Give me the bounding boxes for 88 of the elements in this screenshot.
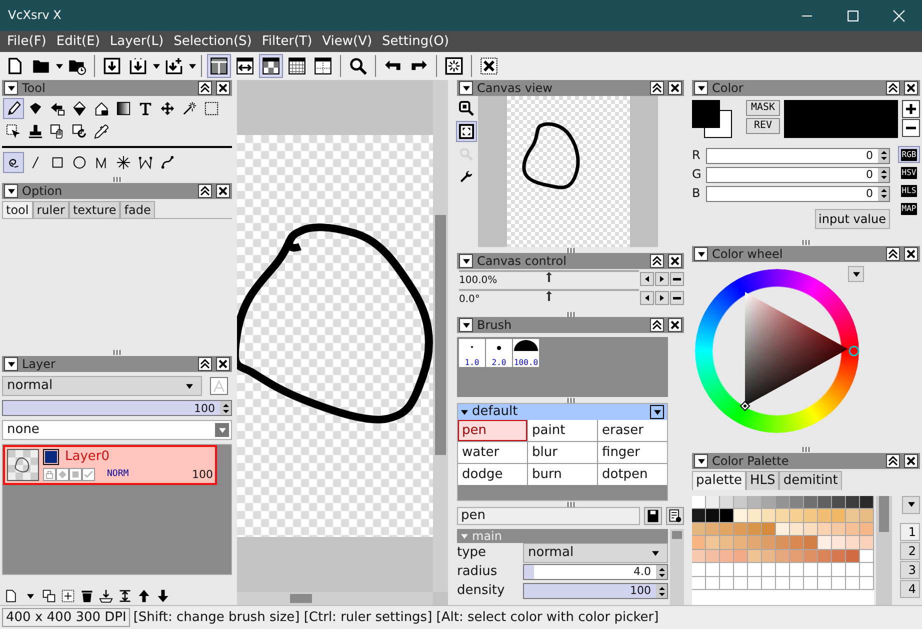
channel-label: R (692, 148, 702, 163)
brush-size-tile[interactable]: 100.0 (513, 339, 539, 367)
mask-button[interactable]: MASK (746, 100, 780, 116)
tab[interactable]: fade (120, 201, 155, 218)
select-value: none (7, 422, 40, 438)
field-value: 0 (866, 186, 874, 200)
panel-title: Layer (22, 357, 56, 372)
window-title: VcXsrv X (7, 8, 62, 23)
menu-item[interactable]: View(V) (317, 31, 378, 52)
setting-label: density (457, 583, 506, 599)
page-tab[interactable]: 4 (900, 580, 920, 598)
size-label: 100.0 (514, 358, 538, 367)
page-tab[interactable]: 3 (900, 560, 920, 579)
setting-label: type (457, 545, 488, 561)
field-value: 0 (866, 168, 874, 182)
panel-title: Color wheel (712, 247, 784, 262)
menu-item[interactable]: Edit(E) (51, 31, 105, 52)
panel-title: Canvas view (477, 80, 554, 96)
select-value: normal (7, 378, 53, 394)
slider[interactable]: 100.0% (459, 270, 639, 288)
color-mode-button[interactable]: HSV (898, 164, 920, 181)
brush-group-header[interactable]: default (458, 404, 667, 420)
tab[interactable]: demitint (779, 471, 842, 490)
brush-size-tile[interactable]: 2.0 (486, 339, 512, 367)
layer-opacity: 100 (192, 468, 213, 482)
menu-item[interactable]: Filter(T) (256, 31, 318, 52)
panel-title: Color Palette (712, 454, 790, 469)
brush-item[interactable]: dotpen (598, 464, 667, 485)
mask-select[interactable]: none (2, 420, 232, 440)
spin-field[interactable]: 4.0 (523, 564, 668, 580)
menu-item[interactable]: Layer(L) (104, 31, 169, 52)
panel-title: Brush (477, 318, 513, 332)
brush-item[interactable]: blur (528, 442, 597, 463)
brush-item[interactable]: burn (528, 464, 597, 485)
page-tab[interactable]: 2 (900, 542, 920, 560)
setting-select[interactable]: normal (523, 543, 668, 563)
menu-item[interactable]: File(F) (2, 31, 52, 52)
brush-item[interactable]: paint (528, 420, 597, 441)
spin-field[interactable]: 0 (706, 186, 890, 202)
tab[interactable]: ruler (32, 201, 69, 218)
brush-item[interactable]: dodge (458, 464, 527, 485)
section-title: main (472, 529, 502, 544)
menu-item[interactable]: Setting(O) (377, 31, 454, 52)
page-tab[interactable]: 1 (900, 522, 920, 541)
slider-value: 0.0° (459, 294, 480, 305)
brush-item[interactable]: finger (598, 442, 667, 463)
input-value-button[interactable]: input value (814, 209, 890, 230)
brush-item[interactable]: eraser (598, 420, 667, 441)
tab[interactable]: texture (68, 201, 120, 218)
blend-mode-select[interactable]: normal (2, 376, 202, 396)
panel-title: Tool (22, 80, 46, 96)
field-value: 100 (194, 402, 216, 415)
slider[interactable]: 0.0° (459, 289, 639, 307)
rev-button[interactable]: REV (746, 118, 780, 134)
status-hint: [Shift: change brush size] [Ctrl: ruler settings] [Alt: select color with color picker] (133, 610, 659, 626)
field-value: 4.0 (634, 565, 652, 579)
canvas-info: 400 x 400 300 DPI (2, 608, 130, 628)
tab[interactable]: HLS (746, 471, 780, 490)
layer-row[interactable]: Layer0 NORM 100 (3, 445, 217, 486)
tab[interactable]: palette (692, 471, 746, 490)
spin-field[interactable]: 0 (706, 148, 890, 164)
channel-label: B (692, 186, 702, 201)
brush-name-field[interactable]: pen (457, 507, 640, 525)
select-value: normal (528, 545, 574, 561)
slider-value: 100.0% (459, 275, 498, 286)
color-mode-button[interactable]: MAP (898, 200, 920, 217)
brush-size-tile[interactable]: 1.0 (459, 339, 485, 367)
panel-title: Canvas control (477, 254, 568, 268)
spin-field[interactable]: 100 (2, 400, 232, 416)
size-label: 2.0 (492, 358, 506, 367)
spin-field[interactable]: 100 (523, 583, 668, 599)
layer-name[interactable]: Layer0 (65, 449, 110, 465)
size-label: 1.0 (464, 358, 480, 367)
panel-title: Color (712, 80, 744, 96)
setting-label: radius (457, 564, 498, 580)
panel-title: Option (22, 184, 64, 198)
tab[interactable]: tool (2, 201, 33, 218)
field-value: 0 (866, 148, 874, 162)
menu-item[interactable]: Selection(S) (168, 31, 257, 52)
channel-label: G (692, 167, 702, 182)
brush-item[interactable]: water (458, 442, 527, 463)
color-mode-button[interactable]: RGB (898, 146, 920, 163)
group-name: default (472, 404, 519, 420)
spin-field[interactable]: 0 (706, 166, 890, 182)
blend-mode-label: NORM (107, 469, 130, 480)
color-mode-button[interactable]: HLS (898, 182, 920, 199)
brush-item[interactable]: pen (458, 420, 527, 441)
field-value: 100 (630, 584, 652, 598)
